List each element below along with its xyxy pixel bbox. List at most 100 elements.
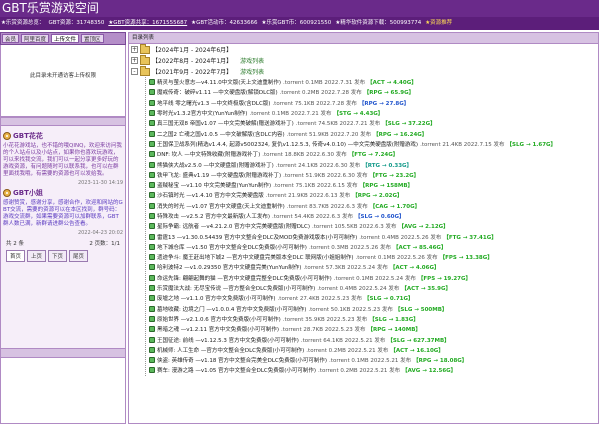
expand-toggle-icon[interactable]: +	[131, 46, 138, 53]
file-name[interactable]: 精灵与萤火意志—v4.11.0中文版(天上文迪重制作)	[157, 78, 281, 86]
file-name[interactable]: 原始世界 —v2.1.0.6 官方中文免费版(小可可制作)	[157, 315, 281, 323]
file-code: 【FTG → 7.24G】	[348, 152, 399, 159]
file-row[interactable]: 命运先锋: 翩翩起舞的猫 —官方中文硬盘完整全DLC免费版(小可可制作) .tor…	[149, 273, 598, 283]
file-code: 【RPG → 16.24G】	[373, 131, 428, 138]
tab-0[interactable]: 会员	[2, 34, 20, 43]
tab-1[interactable]: 阿里百度	[21, 34, 50, 43]
file-name[interactable]: 二之国2 亡魂之国v1.0.5 —中文破解版(含DLC内容)	[157, 130, 285, 138]
pager-button[interactable]: 首页	[6, 250, 26, 262]
file-meta: .torrent 27.4KB 2022.5.23 发布	[277, 296, 363, 303]
file-row[interactable]: DNF: 坎人 —中文特殊收藏(附赠游戏补丁) .torrent 18.8KB 2…	[149, 149, 598, 159]
file-name[interactable]: 魔戒传奇：破碎v1.11 —中文硬盘版(解锁DLC版)	[157, 88, 278, 96]
folder-row[interactable]: + 【2022年8月 - 2024年1月】 游戏列表	[131, 54, 598, 66]
file-row[interactable]: 王国保卫战系列(精选v1.4.4, 起源v5002324, 复仇v1.12.5.…	[149, 139, 598, 149]
file-name[interactable]: 命运先锋: 翩翩起舞的猫 —官方中文硬盘完整全DLC免费版(小可可制作)	[157, 274, 332, 282]
stats-item[interactable]: ★GBT资源共享：1671555687	[108, 20, 187, 26]
file-name[interactable]: 消失的时光 —v1.07 官方中文硬盘(天上文迪重制作)	[157, 202, 285, 210]
file-name[interactable]: 机械师: 人工生命 —官方中文整合全DLC免费版(小可可制作)	[157, 346, 304, 354]
file-row[interactable]: 赛车: 漫游之路 —v1.05 官方中文整合全DLC免费版(小可可制作) .tor…	[149, 365, 598, 375]
folder-link[interactable]: 游戏列表	[240, 67, 264, 76]
file-name[interactable]: 零时光v1.3.2官方中文(YunYun制作)	[157, 109, 247, 117]
folder-row[interactable]: - 【2021年9月 - 2022年7月】 游戏列表	[131, 65, 598, 77]
file-row[interactable]: 沙石镇时光 —v1.4.10 官方中文完美硬盘版 .torrent 21.9KB …	[149, 190, 598, 200]
directory-panel: 目录列表 + 【2024年1月 - 2024年6月】 + 【2022年8月 - 202…	[128, 32, 599, 424]
file-name[interactable]: DNF: 坎人 —中文特殊收藏(附赠游戏补丁)	[157, 150, 260, 158]
folder-name[interactable]: 【2022年8月 - 2024年1月】	[152, 56, 232, 65]
file-row[interactable]: 地下城仓库 —v1.50 官方中文整合全DLC免费版(小可可制作) .torren…	[149, 242, 598, 252]
file-row[interactable]: 黑暗之魂 —v1.2.11 官方中文免费版(小可可制作) .torrent 28.…	[149, 324, 598, 334]
file-name[interactable]: 乐赏魔法大战: 无尽宝传说 —官方整合全DLC免费版(小可可制作)	[157, 284, 315, 292]
file-icon	[149, 305, 155, 312]
file-row[interactable]: 真三国无双8 帝国v1.07 —中文完美破解(赠送游戏补丁) .torrent 7…	[149, 118, 598, 128]
file-meta: .torrent 74.5KB 2022.7.21 发布	[295, 121, 381, 128]
upload-box: 此目录未开通访客上传权限	[0, 45, 126, 117]
folder-row[interactable]: + 【2024年1月 - 2024年6月】	[131, 43, 598, 55]
file-row[interactable]: 废墟之地 —v1.1.0 官方中文免费版(小可可制作) .torrent 27.4…	[149, 293, 598, 303]
file-row[interactable]: 精灵与萤火意志—v4.11.0中文版(天上文迪重制作) .torrent 0.1M…	[149, 77, 598, 87]
file-code: 【SLG → 1.67G】	[506, 141, 557, 148]
file-name[interactable]: 王国征途: 前线 —v1.12.5.3 官方中文免费版(小可可制作)	[157, 336, 299, 344]
file-row[interactable]: 星际争霸: 远航者 —v4.21.2.0 官方中文完美硬盘版(附赠DLC) .to…	[149, 221, 598, 231]
file-name[interactable]: 地下城仓库 —v1.50 官方中文整合全DLC免费版(小可可制作)	[157, 243, 307, 251]
file-row[interactable]: 原始世界 —v2.1.0.6 官方中文免费版(小可可制作) .torrent 35…	[149, 314, 598, 324]
file-row[interactable]: 熊猫侠大战v2.5.0 —中文硬盘版(附赠游戏补丁) .torrent 24.1K…	[149, 159, 598, 169]
file-row[interactable]: 特殊攻击 —v2.5.2 官方中文最新版(人工发布) .torrent 54.4K…	[149, 211, 598, 221]
file-name[interactable]: 沙石镇时光 —v1.4.10 官方中文完美硬盘版	[157, 191, 264, 199]
file-meta: .torrent 0.1MB 2022.7.31 发布	[283, 80, 366, 87]
file-name[interactable]: 星际争霸: 远航者 —v4.21.2.0 官方中文完美硬盘版(附赠DLC)	[157, 222, 310, 230]
file-name[interactable]: 墓地收藏: 边境之门 —v1.0.0.4 官方中文免费版(小可可制作)	[157, 305, 306, 313]
file-row[interactable]: 二之国2 亡魂之国v1.0.5 —中文破解版(含DLC内容) .torrent 5…	[149, 128, 598, 138]
file-name[interactable]: 地平线 零之曙光v1.3 —中文终极版(含DLC版)	[157, 99, 270, 107]
file-code: 【RPG → 140MB】	[367, 327, 421, 334]
file-name[interactable]: 熊猫侠大战v2.5.0 —中文硬盘版(附赠游戏补丁)	[157, 161, 274, 169]
pager-button[interactable]: 下页	[48, 250, 68, 262]
folder-name[interactable]: 【2024年1月 - 2024年6月】	[152, 45, 232, 54]
expand-toggle-icon[interactable]: +	[131, 57, 138, 64]
post-author[interactable]: GBT小姐	[13, 188, 43, 198]
file-row[interactable]: 机械师: 人工生命 —官方中文整合全DLC免费版(小可可制作) .torrent …	[149, 345, 598, 355]
file-name[interactable]: 真三国无双8 帝国v1.07 —中文完美破解(赠送游戏补丁)	[157, 119, 294, 127]
file-row[interactable]: 盗贼秘宝 —v1.10 中文完美硬盘(YunYun制作) .torrent 75.…	[149, 180, 598, 190]
pager-button[interactable]: 上页	[27, 250, 47, 262]
file-row[interactable]: 雷霆13 —v1.30.0.54439 官方中文整合全DLC及MOD免费游戏版本…	[149, 231, 598, 241]
file-name[interactable]: 哈利波特2 —v1.0.29350 官方中文硬盘完美(YunYun制作)	[157, 263, 301, 271]
tab-2[interactable]: 上传文件	[51, 34, 80, 43]
file-row[interactable]: 遗迹争斗: 魔王赶出地下城2 —官方中文硬盘完美版本全DLC 联网版(小姐姐制作…	[149, 252, 598, 262]
file-name[interactable]: 黑暗之魂 —v1.2.11 官方中文免费版(小可可制作)	[157, 325, 279, 333]
stats-item[interactable]: GBT资源：31748350	[48, 20, 104, 26]
file-row[interactable]: 哈利波特2 —v1.0.29350 官方中文硬盘完美(YunYun制作) .tor…	[149, 262, 598, 272]
posts-header	[0, 117, 126, 126]
file-name[interactable]: 赛车: 漫游之路 —v1.05 官方中文整合全DLC免费版(小可可制作)	[157, 366, 316, 374]
stats-item[interactable]: ★GBT活动币：42633666	[191, 20, 257, 26]
file-name[interactable]: 铁甲飞龙: 盛典v1.19 —中文硬盘版(附赠游戏补丁)	[157, 171, 281, 179]
file-name[interactable]: 废墟之地 —v1.1.0 官方中文免费版(小可可制作)	[157, 294, 276, 302]
file-name[interactable]: 盗贼秘宝 —v1.10 中文完美硬盘(YunYun制作)	[157, 181, 271, 189]
file-name[interactable]: 特殊攻击 —v2.5.2 官方中文最新版(人工发布)	[157, 212, 270, 220]
stats-item[interactable]: ★乐赏GBT币：600921550	[261, 20, 331, 26]
file-name[interactable]: 王国保卫战系列(精选v1.4.4, 起源v5002324, 复仇v1.12.5.…	[157, 140, 418, 148]
file-row[interactable]: 墓地收藏: 边境之门 —v1.0.0.4 官方中文免费版(小可可制作) .torr…	[149, 304, 598, 314]
post-header: GBT花花	[3, 131, 123, 141]
stats-item[interactable]: ★乐赏资源总览：	[1, 20, 44, 26]
pager-button[interactable]: 尾页	[69, 250, 89, 262]
tab-3[interactable]: 置顶区	[81, 34, 104, 43]
file-row[interactable]: 王国征途: 前线 —v1.12.5.3 官方中文免费版(小可可制作) .torre…	[149, 334, 598, 344]
stats-item[interactable]: ★资源推荐	[425, 20, 452, 26]
folder-name[interactable]: 【2021年9月 - 2022年7月】	[152, 67, 232, 76]
file-row[interactable]: 地平线 零之曙光v1.3 —中文终极版(含DLC版) .torrent 75.1K…	[149, 98, 598, 108]
folder-link[interactable]: 游戏列表	[240, 56, 264, 65]
file-row[interactable]: 乐赏魔法大战: 无尽宝传说 —官方整合全DLC免费版(小可可制作) .torren…	[149, 283, 598, 293]
file-icon	[149, 357, 155, 364]
file-name[interactable]: 遗迹争斗: 魔王赶出地下城2 —官方中文硬盘完美版本全DLC 联网版(小姐姐制作…	[157, 253, 354, 261]
file-row[interactable]: 消失的时光 —v1.07 官方中文硬盘(天上文迪重制作) .torrent 83.…	[149, 201, 598, 211]
stats-bar: ★乐赏资源总览： GBT资源：31748350 ★GBT资源共享：167155568…	[0, 17, 599, 30]
file-row[interactable]: 铁甲飞龙: 盛典v1.19 —中文硬盘版(附赠游戏补丁) .torrent 51.…	[149, 170, 598, 180]
post-author[interactable]: GBT花花	[13, 131, 43, 141]
file-name[interactable]: 侠盗: 英雄传奇 —v1.18 官方中文整合完美全DLC免费版(小可可制作)	[157, 356, 327, 364]
stats-item[interactable]: ★精华软件资源下载：500993774	[335, 20, 421, 26]
file-row[interactable]: 侠盗: 英雄传奇 —v1.18 官方中文整合完美全DLC免费版(小可可制作) .t…	[149, 355, 598, 365]
file-row[interactable]: 零时光v1.3.2官方中文(YunYun制作) .torrent 0.1MB 20…	[149, 108, 598, 118]
file-row[interactable]: 魔戒传奇：破碎v1.11 —中文硬盘版(解锁DLC版) .torrent 0.2M…	[149, 87, 598, 97]
expand-toggle-icon[interactable]: -	[131, 68, 138, 75]
file-name[interactable]: 雷霆13 —v1.30.0.54439 官方中文整合全DLC及MOD免费游戏版本…	[157, 233, 357, 241]
